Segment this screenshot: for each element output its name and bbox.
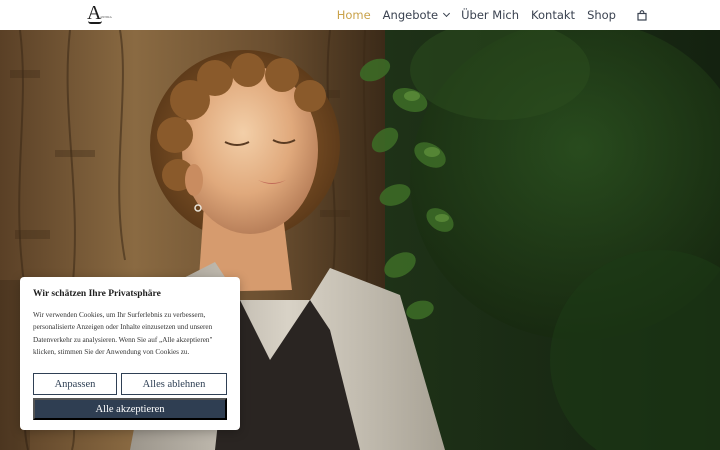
nav-item-shop[interactable]: Shop bbox=[587, 8, 616, 22]
nav-item-home[interactable]: Home bbox=[337, 8, 371, 22]
logo-swoosh bbox=[88, 21, 102, 24]
cookie-button-row: Anpassen Alles ablehnen bbox=[33, 373, 227, 395]
main-nav: Home Angebote Über Mich Kontakt Shop bbox=[337, 0, 720, 30]
reject-all-button[interactable]: Alles ablehnen bbox=[121, 373, 227, 395]
nav-item-angebote[interactable]: Angebote bbox=[382, 8, 451, 22]
nav-item-label: Angebote bbox=[382, 8, 439, 22]
nav-item-label: Kontakt bbox=[531, 8, 576, 22]
nav-item-label: Über Mich bbox=[461, 8, 520, 22]
chevron-down-icon bbox=[443, 9, 451, 18]
nav-item-label: Home bbox=[336, 8, 371, 22]
cookie-banner: Wir schätzen Ihre Privatsphäre Wir verwe… bbox=[20, 277, 240, 430]
accept-all-button[interactable]: Alle akzeptieren bbox=[33, 398, 227, 420]
cookie-description: Wir verwenden Cookies, um Ihr Surferlebn… bbox=[33, 311, 213, 356]
shopping-bag-icon[interactable] bbox=[632, 7, 652, 23]
nav-item-kontakt[interactable]: Kontakt bbox=[531, 8, 575, 22]
logo-small-text: ANNIKA bbox=[100, 15, 112, 19]
site-header: A ANNIKA Home Angebote Über Mich Kontakt… bbox=[0, 0, 720, 30]
site-logo[interactable]: A ANNIKA bbox=[84, 2, 114, 27]
nav-item-label: Shop bbox=[587, 8, 616, 22]
customize-button[interactable]: Anpassen bbox=[33, 373, 117, 395]
cookie-title: Wir schätzen Ihre Privatsphäre bbox=[33, 289, 161, 299]
nav-item-ueber-mich[interactable]: Über Mich bbox=[461, 8, 519, 22]
